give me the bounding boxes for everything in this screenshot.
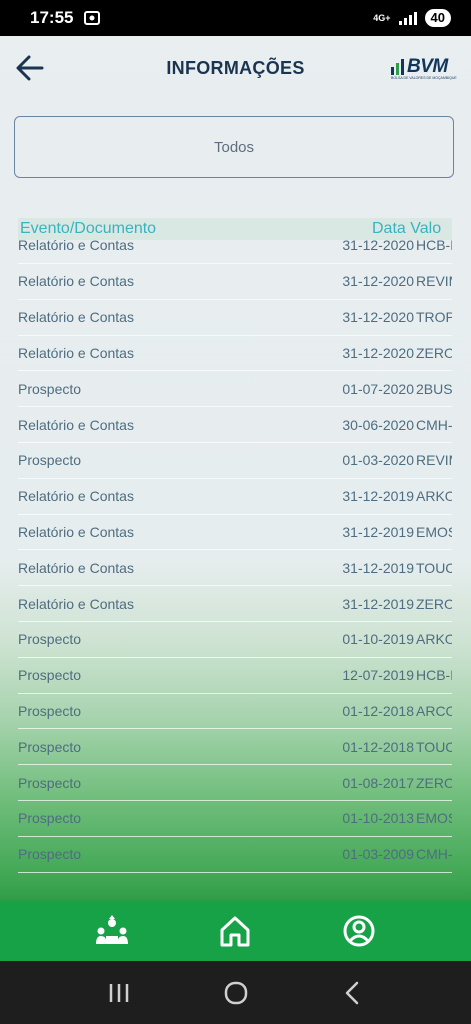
row-value: TOUC (416, 738, 452, 755)
table-row[interactable]: Relatório e Contas 31-12-2020REVIM (18, 264, 452, 300)
row-date: 01-03-2020 (342, 452, 414, 469)
table-row[interactable]: Prospecto 01-07-20202BUSI (18, 371, 452, 408)
row-value: CMH- (416, 416, 452, 433)
row-value: REVIM (416, 273, 452, 290)
table-row[interactable]: Relatório e Contas 31-12-2019 TOUC (18, 550, 452, 587)
row-event: Prospecto (18, 774, 82, 791)
network-type: 4G+ (373, 12, 391, 23)
table-row[interactable]: Prospecto 01-08-2017 ZERO (18, 765, 452, 801)
row-value: ZERO (416, 595, 452, 612)
row-value: ZERO (416, 344, 452, 361)
back-button-icon[interactable] (339, 979, 367, 1007)
bvm-logo: BVM BOLSA DE VALORES DE MOÇAMBIQUE (391, 56, 457, 82)
table-row[interactable]: Relatório e Contas 31-12-2019EMOS (18, 515, 452, 551)
logo-subtitle: BOLSA DE VALORES DE MOÇAMBIQUE (391, 76, 457, 80)
status-bar: 17:55 4G+ 40 (0, 0, 471, 36)
row-event: Relatório e Contas (18, 237, 134, 253)
row-event: Relatório e Contas (18, 523, 134, 540)
row-date: 31-12-2020 (342, 344, 414, 361)
row-date: 31-12-2020 (342, 237, 414, 253)
table-row[interactable]: Prospecto 01-12-2018 ARCO (18, 694, 452, 730)
community-icon[interactable] (95, 914, 129, 948)
table-row[interactable]: Prospecto 01-10-2019 ARKO (18, 622, 452, 658)
row-value: ARKO (416, 631, 452, 648)
row-date: 01-10-2013 (342, 810, 414, 827)
row-event: Relatório e Contas (18, 595, 134, 612)
table-row[interactable]: Relatório e Contas 31-12-2020 ZERO (18, 336, 452, 372)
row-event: Prospecto (18, 667, 82, 684)
system-nav-bar (0, 961, 471, 1024)
row-date: 31-12-2020 (342, 273, 414, 290)
home-button-icon[interactable] (222, 979, 250, 1007)
row-date: 30-06-2020 (342, 416, 414, 433)
row-value: TROP (416, 309, 452, 326)
row-date: 01-03-2009 (342, 846, 414, 863)
row-event: Prospecto (18, 738, 82, 755)
table-row[interactable]: Relatório e Contas 31-12-2020 TROP (18, 300, 452, 336)
row-event: Relatório e Contas (18, 488, 134, 505)
row-value: TOUC (416, 559, 452, 576)
row-event: Relatório e Contas (18, 416, 134, 433)
home-icon[interactable] (218, 914, 252, 948)
bottom-nav (0, 901, 471, 961)
logo-text: BVM (407, 56, 448, 77)
table-row[interactable]: Relatório e Contas 31-12-2019 ZERO (18, 586, 452, 622)
filter-select[interactable]: Todos (14, 116, 454, 178)
battery-level: 40 (424, 9, 451, 27)
row-date: 31-12-2020 (342, 309, 414, 326)
status-time: 17:55 (30, 8, 74, 27)
row-event: Relatório e Contas (18, 344, 134, 361)
signal-icon (398, 11, 417, 25)
page-title: INFORMAÇÕES (166, 57, 305, 78)
row-date: 01-08-2017 (342, 774, 414, 791)
row-event: Relatório e Contas (18, 559, 134, 576)
row-date: 01-12-2018 (342, 738, 414, 755)
document-list: Relatório e Contas31-12-2020HCB-ERelatór… (18, 229, 452, 873)
row-value: REVIM (416, 452, 452, 469)
profile-icon[interactable] (342, 914, 376, 948)
row-date: 12-07-2019 (342, 667, 414, 684)
row-event: Relatório e Contas (18, 273, 134, 290)
row-value: HCB-E (416, 237, 452, 253)
row-event: Relatório e Contas (18, 309, 134, 326)
table-row[interactable]: Prospecto 01-10-2013EMOS (18, 801, 452, 837)
app-header: INFORMAÇÕES BVM BOLSA DE VALORES DE MOÇA… (0, 36, 471, 100)
row-event: Prospecto (18, 631, 82, 648)
row-value: ZERO (416, 774, 452, 791)
table-row[interactable]: Relatório e Contas 31-12-2020HCB-E (18, 229, 452, 264)
row-date: 31-12-2019 (342, 523, 414, 540)
logo-bars-icon (391, 59, 404, 75)
row-value: CMH- (416, 846, 452, 863)
row-date: 31-12-2019 (342, 559, 414, 576)
back-arrow-icon[interactable] (14, 52, 46, 84)
row-date: 31-12-2019 (342, 488, 414, 505)
row-date: 31-12-2019 (342, 595, 414, 612)
row-date: 01-12-2018 (342, 702, 414, 719)
table-row[interactable]: Relatório e Contas 31-12-2019 ARKO (18, 479, 452, 515)
row-value: 2BUSI (416, 380, 452, 397)
row-value: ARKO (416, 488, 452, 505)
table-row[interactable]: Relatório e Contas 30-06-2020 CMH- (18, 407, 452, 443)
row-value: EMOS (416, 523, 452, 540)
table-row[interactable]: Prospecto 01-12-2018 TOUC (18, 729, 452, 766)
row-event: Prospecto (18, 846, 82, 863)
row-value: HCB-E (416, 667, 452, 684)
row-value: EMOS (416, 810, 452, 827)
table-row[interactable]: Prospecto 01-03-2020REVIM (18, 443, 452, 479)
recent-apps-icon[interactable] (105, 979, 133, 1007)
row-event: Prospecto (18, 380, 82, 397)
table-row[interactable]: Prospecto 01-03-2009 CMH- (18, 837, 452, 873)
table-row[interactable]: Prospecto 12-07-2019HCB-E (18, 658, 452, 694)
row-date: 01-10-2019 (342, 631, 414, 648)
row-date: 01-07-2020 (342, 380, 414, 397)
row-event: Prospecto (18, 452, 82, 469)
filter-selected-value: Todos (213, 138, 255, 156)
row-value: ARCO (416, 702, 452, 719)
row-event: Prospecto (18, 810, 82, 827)
screen-record-icon (84, 11, 101, 25)
row-event: Prospecto (18, 702, 82, 719)
